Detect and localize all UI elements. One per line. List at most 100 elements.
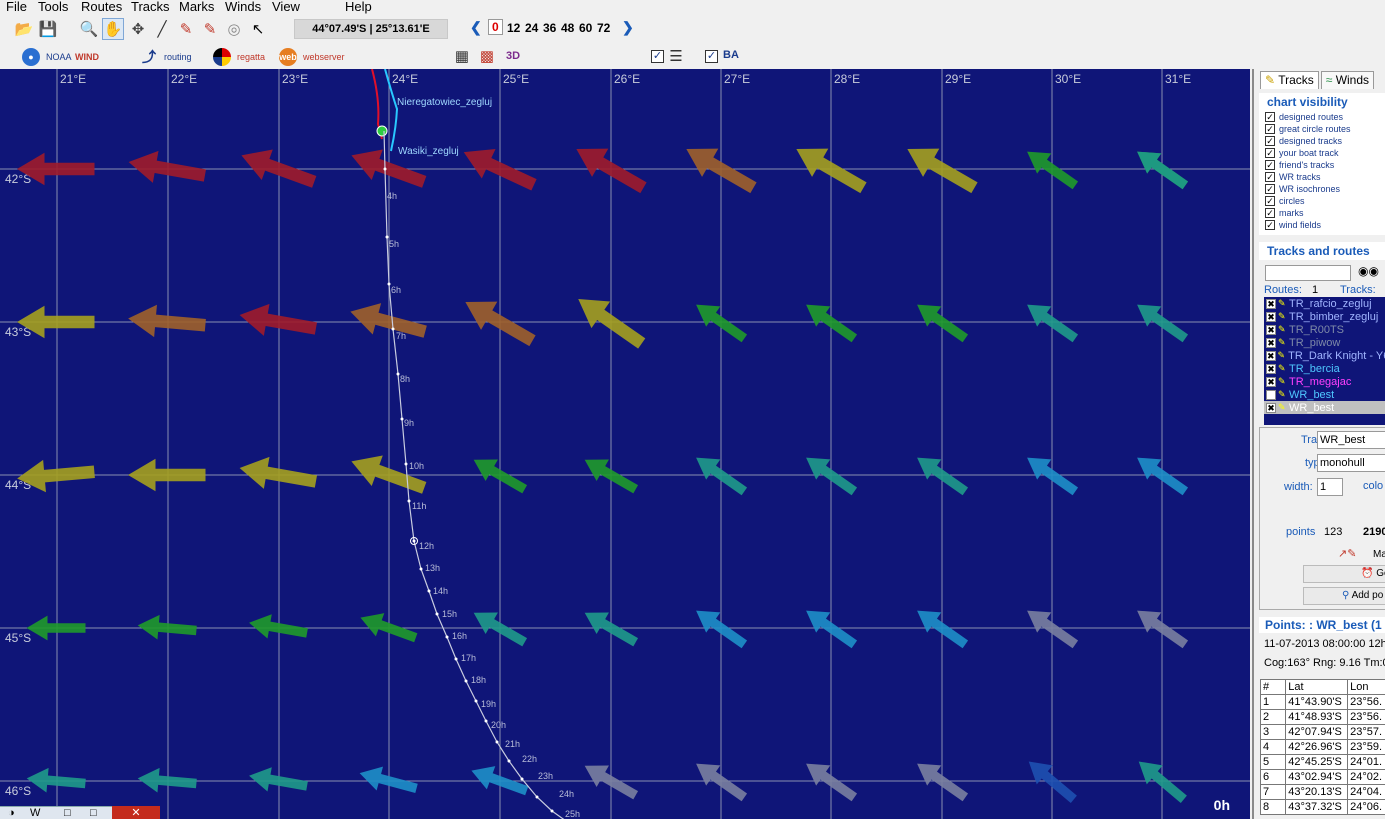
track-name-field[interactable]: WR_best: [1317, 431, 1385, 449]
track-visible-checkbox[interactable]: ✖: [1266, 298, 1276, 309]
taskbar-label[interactable]: W: [30, 807, 40, 819]
track-list-item[interactable]: ✖ ✎ TR_megajac: [1264, 375, 1385, 388]
ba-checkbox[interactable]: ✓: [705, 50, 718, 63]
hour-button-0[interactable]: 0: [488, 19, 503, 35]
track-visible-checkbox[interactable]: ✖: [1266, 376, 1276, 387]
visibility-checkbox[interactable]: ✓: [1265, 172, 1275, 182]
table-row[interactable]: 1 41°43.90'S 23°56.: [1259, 694, 1385, 710]
visibility-checkbox[interactable]: ✓: [1265, 184, 1275, 194]
visibility-checkbox[interactable]: ✓: [1265, 112, 1275, 122]
route-tool-icon[interactable]: ╱: [151, 18, 173, 40]
table-row[interactable]: 4 42°26.96'S 23°59.: [1259, 739, 1385, 755]
visibility-item[interactable]: ✓ great circle routes: [1259, 123, 1385, 135]
visibility-checkbox[interactable]: ✓: [1265, 160, 1275, 170]
track-list-item[interactable]: ✖ ✎ TR_rafcio_zegluj: [1264, 297, 1385, 310]
map-canvas[interactable]: 21°E 22°E 23°E 24°E 25°E 26°E 27°E 28°E 29°E 30°E…: [0, 69, 1250, 819]
webserver-plugin-button[interactable]: web webserver: [279, 48, 345, 66]
menu-marks[interactable]: Marks: [179, 0, 214, 14]
visibility-item[interactable]: ✓ circles: [1259, 195, 1385, 207]
visibility-checkbox[interactable]: ✓: [1265, 208, 1275, 218]
visibility-item[interactable]: ✓ friend's tracks: [1259, 159, 1385, 171]
track-visible-checkbox[interactable]: ✖: [1266, 363, 1276, 374]
visibility-item[interactable]: ✓ WR tracks: [1259, 171, 1385, 183]
track-list-item[interactable]: ✖ ✎ WR_best: [1264, 401, 1385, 414]
track-list-item[interactable]: ✖ ✎ TR_Dark Knight - Y6: [1264, 349, 1385, 362]
hour-button-72[interactable]: 72: [597, 21, 610, 35]
menu-view[interactable]: View: [272, 0, 300, 14]
restore-icon[interactable]: □: [90, 807, 97, 819]
visibility-item[interactable]: ✓ WR isochrones: [1259, 183, 1385, 195]
visibility-item[interactable]: ✓ wind fields: [1259, 219, 1385, 231]
hour-button-60[interactable]: 60: [579, 21, 592, 35]
zoom-icon[interactable]: 🔍: [78, 18, 100, 40]
track-pen-icon[interactable]: ✎: [175, 18, 197, 40]
ge-button[interactable]: ⏰ Ge: [1303, 565, 1385, 583]
track-visible-checkbox[interactable]: ✖: [1266, 324, 1276, 335]
minimize-icon[interactable]: □: [64, 807, 71, 819]
taskbar-window-icon[interactable]: ◑: [8, 807, 15, 819]
visibility-item[interactable]: ✓ marks: [1259, 207, 1385, 219]
calculator-icon[interactable]: ▦: [451, 45, 473, 67]
prev-time-icon[interactable]: ❮: [470, 19, 482, 36]
track-search-input[interactable]: [1265, 265, 1351, 281]
3d-button[interactable]: 3D: [506, 50, 520, 62]
chart-map[interactable]: 21°E 22°E 23°E 24°E 25°E 26°E 27°E 28°E 29°E 30°E…: [0, 69, 1250, 819]
track-visible-checkbox[interactable]: ✖: [1266, 402, 1276, 413]
visibility-item[interactable]: ✓ your boat track: [1259, 147, 1385, 159]
menu-help[interactable]: Help: [345, 0, 372, 14]
tab-tracks[interactable]: ✎ Tracks: [1260, 71, 1319, 89]
visibility-checkbox[interactable]: ✓: [1265, 124, 1275, 134]
wind-plugin-button[interactable]: WIND: [75, 48, 99, 66]
track-visible-checkbox[interactable]: ✖: [1266, 337, 1276, 348]
tab-winds[interactable]: ≈ Winds: [1320, 71, 1375, 89]
regatta-plugin-button[interactable]: regatta: [213, 48, 265, 66]
visibility-checkbox[interactable]: ✓: [1265, 196, 1275, 206]
save-icon[interactable]: 💾: [37, 18, 59, 40]
hour-button-24[interactable]: 24: [525, 21, 538, 35]
track-list-item[interactable]: ✖ ✎ TR_R00TS: [1264, 323, 1385, 336]
circle-tool-icon[interactable]: ◎: [223, 18, 245, 40]
next-time-icon[interactable]: ❯: [622, 19, 634, 36]
table-header[interactable]: #: [1259, 679, 1287, 695]
hour-button-48[interactable]: 48: [561, 21, 574, 35]
table-row[interactable]: 8 43°37.32'S 24°06.: [1259, 799, 1385, 815]
gps-icon[interactable]: ▩: [476, 45, 498, 67]
routing-plugin-button[interactable]: ⤴ routing: [140, 48, 192, 66]
open-folder-icon[interactable]: 📂: [13, 18, 35, 40]
track-list-item[interactable]: ✖ ✎ TR_piwow: [1264, 336, 1385, 349]
track-list-item[interactable]: ✖ ✎ TR_bercia: [1264, 362, 1385, 375]
table-header[interactable]: Lat: [1285, 679, 1349, 695]
visibility-item[interactable]: ✓ designed routes: [1259, 111, 1385, 123]
hour-button-12[interactable]: 12: [507, 21, 520, 35]
ruler-icon[interactable]: ✥: [127, 18, 149, 40]
visibility-item[interactable]: ✓ designed tracks: [1259, 135, 1385, 147]
visibility-checkbox[interactable]: ✓: [1265, 148, 1275, 158]
menu-routes[interactable]: Routes: [81, 0, 122, 14]
mark-label[interactable]: Mark: [1373, 549, 1385, 560]
table-row[interactable]: 5 42°45.25'S 24°01.: [1259, 754, 1385, 770]
table-row[interactable]: 3 42°07.94'S 23°57.: [1259, 724, 1385, 740]
menu-file[interactable]: File: [6, 0, 27, 14]
mark-pen-icon[interactable]: ✎: [199, 18, 221, 40]
table-row[interactable]: 2 41°48.93'S 23°56.: [1259, 709, 1385, 725]
pointer-icon[interactable]: ↖: [247, 18, 269, 40]
type-field[interactable]: monohull: [1317, 454, 1385, 472]
menu-winds[interactable]: Winds: [225, 0, 261, 14]
table-row[interactable]: 7 43°20.13'S 24°04.: [1259, 784, 1385, 800]
track-visible-checkbox[interactable]: ✖: [1266, 350, 1276, 361]
binoculars-icon[interactable]: ◉◉: [1358, 264, 1379, 278]
track-visible-checkbox[interactable]: [1266, 389, 1276, 400]
track-list-item[interactable]: ✖ ✎ TR_bimber_zegluj: [1264, 310, 1385, 323]
close-icon[interactable]: ✕: [112, 806, 160, 819]
visibility-checkbox[interactable]: ✓: [1265, 136, 1275, 146]
track-list-item[interactable]: ✎ WR_best: [1264, 388, 1385, 401]
width-stepper[interactable]: 1: [1317, 478, 1343, 496]
pan-hand-icon[interactable]: ✋: [102, 18, 124, 40]
hour-button-36[interactable]: 36: [543, 21, 556, 35]
table-row[interactable]: 6 43°02.94'S 24°02.: [1259, 769, 1385, 785]
visibility-checkbox[interactable]: ✓: [1265, 220, 1275, 230]
menu-tools[interactable]: Tools: [38, 0, 68, 14]
add-point-button[interactable]: ⚲ Add po: [1303, 587, 1385, 605]
track-visible-checkbox[interactable]: ✖: [1266, 311, 1276, 322]
table-header[interactable]: Lon: [1347, 679, 1385, 695]
